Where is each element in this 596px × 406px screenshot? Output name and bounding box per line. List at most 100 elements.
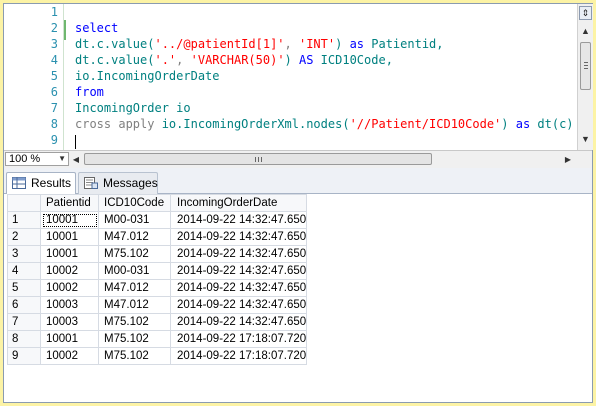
row-number[interactable]: 6 <box>7 296 41 314</box>
arrow-right-icon[interactable]: ▶ <box>562 153 574 166</box>
code-line[interactable]: io.IncomingOrderDate <box>75 68 220 84</box>
code-token: , <box>176 53 191 67</box>
cell-incomingorderdate[interactable]: 2014-09-22 17:18:07.720 <box>169 347 308 365</box>
code-area[interactable]: select dt.c.value('../@patientId[1]', 'IN… <box>75 4 575 150</box>
row-number[interactable]: 9 <box>7 347 41 365</box>
cell-incomingorderdate[interactable]: 2014-09-22 14:32:47.650 <box>169 262 308 280</box>
code-token: dt(c) <box>530 117 574 131</box>
code-line[interactable]: dt.c.value('../@patientId[1]', 'INT') as… <box>75 36 444 52</box>
table-row[interactable]: 1 10001 M00-031 2014-09-22 14:32:47.650 <box>7 211 308 229</box>
cell-icd10code[interactable]: M47.012 <box>98 279 171 297</box>
code-token: ) <box>335 37 350 51</box>
cell-patientid[interactable]: 10002 <box>40 279 99 297</box>
cell-patientid[interactable]: 10001 <box>40 211 99 229</box>
sql-editor[interactable]: 123456789 select dt.c.value('../@patientI… <box>4 4 593 150</box>
row-number[interactable]: 4 <box>7 262 41 280</box>
results-grid[interactable]: Patientid ICD10Code IncomingOrderDate 11… <box>4 194 592 402</box>
code-token: io.IncomingOrderDate <box>75 69 220 83</box>
cell-icd10code[interactable]: M75.102 <box>98 313 171 331</box>
cell-icd10code[interactable]: M00-031 <box>98 211 171 229</box>
row-number[interactable]: 3 <box>7 245 41 263</box>
table-row[interactable]: 2 10001 M47.012 2014-09-22 14:32:47.650 <box>7 228 308 246</box>
line-number: 8 <box>50 117 58 131</box>
table-row[interactable]: 6 10003 M47.012 2014-09-22 14:32:47.650 <box>7 296 308 314</box>
code-token: from <box>75 85 104 99</box>
row-number[interactable]: 7 <box>7 313 41 331</box>
results-tab-bar: Results Messages <box>4 168 592 195</box>
cell-patientid[interactable]: 10003 <box>40 296 99 314</box>
table-row[interactable]: 9 10002 M75.102 2014-09-22 17:18:07.720 <box>7 347 308 365</box>
cell-patientid[interactable]: 10002 <box>40 347 99 365</box>
cell-patientid[interactable]: 10001 <box>40 245 99 263</box>
code-line[interactable]: select <box>75 20 118 36</box>
column-header-patientid[interactable]: Patientid <box>40 194 99 212</box>
line-number: 2 <box>50 21 58 35</box>
code-token: dt.c.value( <box>75 37 155 51</box>
code-token: '../@patientId[1]' <box>154 37 285 51</box>
tab-messages[interactable]: Messages <box>78 172 158 194</box>
code-token: '//Patient/ICD10Code' <box>349 117 502 131</box>
column-header-icd10code[interactable]: ICD10Code <box>98 194 171 212</box>
zoom-dropdown[interactable]: 100 % ▼ <box>5 152 69 166</box>
line-number: 5 <box>50 69 58 83</box>
query-window: 123456789 select dt.c.value('../@patientI… <box>3 3 593 403</box>
cell-incomingorderdate[interactable]: 2014-09-22 14:32:47.650 <box>169 279 308 297</box>
row-number[interactable]: 5 <box>7 279 41 297</box>
code-token: , <box>284 37 299 51</box>
cell-patientid[interactable]: 10001 <box>40 228 99 246</box>
arrow-up-icon[interactable]: ▲ <box>579 24 592 38</box>
table-row[interactable]: 4 10002 M00-031 2014-09-22 14:32:47.650 <box>7 262 308 280</box>
code-token: Patientid, <box>364 37 444 51</box>
tab-results[interactable]: Results <box>6 172 76 195</box>
cell-incomingorderdate[interactable]: 2014-09-22 14:32:47.650 <box>169 313 308 331</box>
line-number: 9 <box>50 133 58 147</box>
cell-icd10code[interactable]: M75.102 <box>98 245 171 263</box>
column-header-incomingorderdate[interactable]: IncomingOrderDate <box>169 194 308 212</box>
grid-table-icon <box>12 177 26 189</box>
split-pane-icon[interactable]: ⇕ <box>579 6 592 20</box>
cell-icd10code[interactable]: M47.012 <box>98 296 171 314</box>
cell-icd10code[interactable]: M00-031 <box>98 262 171 280</box>
change-indicator-mark <box>64 20 66 40</box>
code-line[interactable]: from <box>75 84 104 100</box>
editor-vertical-scrollbar[interactable]: ⇕ ▲ ▼ <box>577 4 593 150</box>
row-number[interactable]: 2 <box>7 228 41 246</box>
code-token: ) <box>501 117 516 131</box>
tab-results-label: Results <box>31 176 72 190</box>
chevron-down-icon[interactable]: ▼ <box>58 153 66 165</box>
line-number: 4 <box>50 53 58 67</box>
vertical-scroll-thumb[interactable] <box>580 42 591 90</box>
cell-incomingorderdate[interactable]: 2014-09-22 14:32:47.650 <box>169 296 308 314</box>
code-line[interactable]: IncomingOrder io <box>75 100 191 116</box>
code-line[interactable]: dt.c.value('.', 'VARCHAR(50)') AS ICD10C… <box>75 52 393 68</box>
row-number[interactable]: 8 <box>7 330 41 348</box>
arrow-down-icon[interactable]: ▼ <box>579 132 592 146</box>
cell-incomingorderdate[interactable]: 2014-09-22 14:32:47.650 <box>169 211 308 229</box>
cell-patientid[interactable]: 10001 <box>40 330 99 348</box>
line-number-gutter: 1 2 3 4 5 6 7 8 9 <box>4 4 62 150</box>
cell-incomingorderdate[interactable]: 2014-09-22 17:18:07.720 <box>169 330 308 348</box>
table-row[interactable]: 3 10001 M75.102 2014-09-22 14:32:47.650 <box>7 245 308 263</box>
cell-icd10code[interactable]: M47.012 <box>98 228 171 246</box>
horizontal-scroll-thumb[interactable] <box>84 153 432 165</box>
table-row[interactable]: 8 10001 M75.102 2014-09-22 17:18:07.720 <box>7 330 308 348</box>
code-line[interactable]: cross apply io.IncomingOrderXml.nodes('/… <box>75 116 574 132</box>
code-token: ) <box>284 53 299 67</box>
cell-incomingorderdate[interactable]: 2014-09-22 14:32:47.650 <box>169 245 308 263</box>
table-row[interactable]: 7 10003 M75.102 2014-09-22 14:32:47.650 <box>7 313 308 331</box>
grid-corner[interactable] <box>7 194 41 212</box>
arrow-left-icon[interactable]: ◀ <box>71 153 81 166</box>
cell-patientid[interactable]: 10002 <box>40 262 99 280</box>
code-token: dt.c.value( <box>75 53 155 67</box>
cell-icd10code[interactable]: M75.102 <box>98 330 171 348</box>
code-token: as <box>349 37 365 51</box>
table-row[interactable]: 5 10002 M47.012 2014-09-22 14:32:47.650 <box>7 279 308 297</box>
code-token: io.IncomingOrderXml.nodes( <box>154 117 350 131</box>
cell-patientid[interactable]: 10003 <box>40 313 99 331</box>
cell-icd10code[interactable]: M75.102 <box>98 347 171 365</box>
code-token: 'INT' <box>298 37 336 51</box>
line-number: 1 <box>50 5 58 19</box>
cell-incomingorderdate[interactable]: 2014-09-22 14:32:47.650 <box>169 228 308 246</box>
row-number[interactable]: 1 <box>7 211 41 229</box>
code-token: select <box>75 21 119 35</box>
